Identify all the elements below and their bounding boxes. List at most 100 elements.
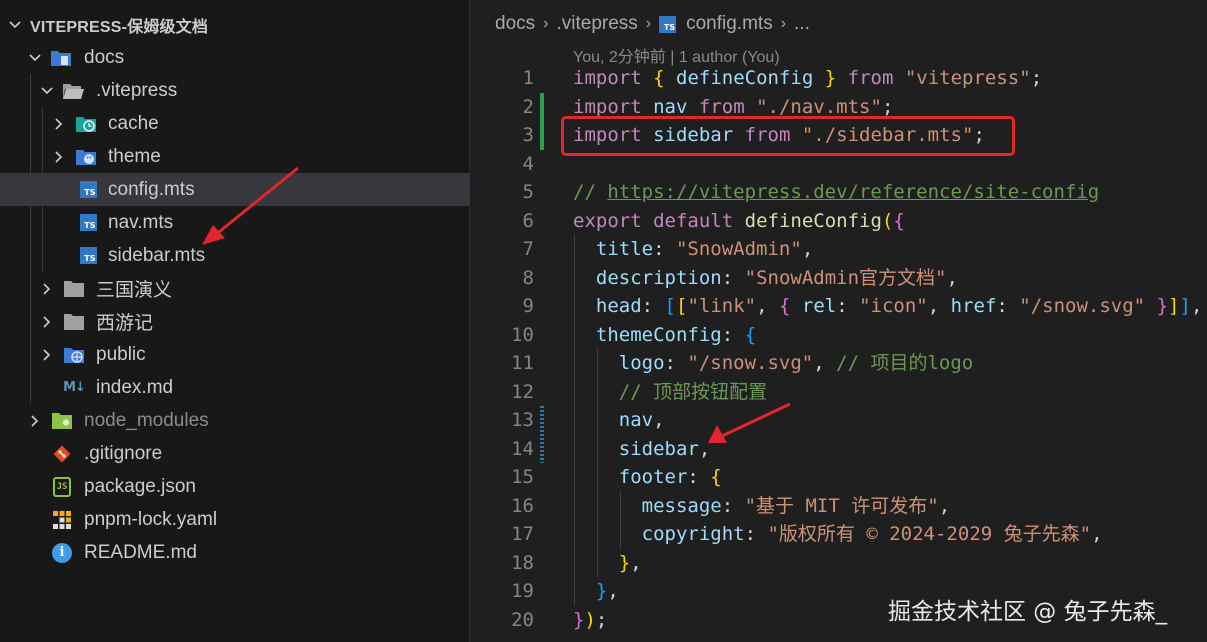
- tree-item-label: package.json: [84, 475, 196, 497]
- code-line[interactable]: 4: [470, 150, 1207, 179]
- tree-item-node-modules[interactable]: node_modules: [0, 404, 470, 437]
- breadcrumb-more[interactable]: ...: [794, 13, 810, 35]
- code-text: title: "SnowAdmin",: [595, 238, 814, 260]
- code-line[interactable]: 18 },: [470, 549, 1207, 578]
- json-file-icon: JS: [51, 476, 73, 498]
- code-line[interactable]: 5 // https://vitepress.dev/reference/site…: [470, 178, 1207, 207]
- code-line[interactable]: 17 copyright: "版权所有 © 2024-2029 兔子先森",: [470, 520, 1207, 549]
- tree-item-index-md[interactable]: M↓ index.md: [0, 371, 470, 404]
- code-line[interactable]: 1 import { defineConfig } from "vitepress…: [470, 64, 1207, 93]
- breadcrumb-docs[interactable]: docs: [495, 13, 535, 35]
- folder-node-icon: [51, 410, 73, 432]
- tree-item-docs[interactable]: docs: [0, 41, 470, 74]
- code-line[interactable]: 3 import sidebar from "./sidebar.mts";: [470, 121, 1207, 150]
- typescript-file-icon: TS: [77, 212, 99, 234]
- typescript-file-icon: TS: [77, 179, 99, 201]
- tree-item-vitepress[interactable]: .vitepress: [0, 74, 470, 107]
- line-number: 16: [511, 494, 534, 517]
- tree-item-label: 三国演义: [96, 280, 173, 301]
- code-text: logo: "/snow.svg", // 项目的logo: [618, 352, 974, 374]
- tree-item-nav-mts[interactable]: TS nav.mts: [0, 206, 470, 239]
- code-text: import { defineConfig } from "vitepress"…: [573, 67, 1043, 89]
- line-number: 11: [511, 352, 534, 374]
- code-line[interactable]: 16 message: "基于 MIT 许可发布",: [470, 492, 1207, 521]
- tree-item-sanguo[interactable]: 三国演义: [0, 272, 470, 305]
- code-line[interactable]: 15 footer: {: [470, 463, 1207, 492]
- code-text: head: [["link", { rel: "icon", href: "/s…: [595, 295, 1203, 317]
- tree-item-label: nav.mts: [108, 211, 174, 233]
- breadcrumb-vitepress[interactable]: .vitepress: [556, 13, 637, 35]
- chevron-down-icon: [29, 53, 41, 61]
- tree-item-label: cache: [108, 112, 159, 134]
- code-text: description: "SnowAdmin官方文档",: [595, 266, 958, 289]
- tree-item-label: index.md: [96, 376, 174, 398]
- comment-link[interactable]: https://vitepress.dev/reference/site-con…: [607, 181, 1099, 203]
- code-text: import nav from "./nav.mts";: [573, 95, 894, 118]
- chevron-right-icon: [31, 414, 39, 427]
- folder-cache-icon: [75, 113, 97, 135]
- typescript-file-icon: TS: [659, 15, 677, 33]
- workspace-name: VITEPRESS-保姆级文档: [30, 18, 209, 36]
- chevron-right-icon: ›: [645, 15, 652, 32]
- ts-badge: TS: [79, 181, 97, 198]
- tree-item-cache[interactable]: cache: [0, 107, 470, 140]
- chevron-right-icon: ›: [780, 15, 787, 32]
- info-file-icon: i: [51, 542, 73, 564]
- line-number: 7: [522, 238, 534, 260]
- code-line[interactable]: 13 nav,: [470, 406, 1207, 435]
- tree-item-label: public: [96, 343, 146, 365]
- breadcrumb-config[interactable]: config.mts: [686, 13, 773, 35]
- code-line[interactable]: 6 export default defineConfig({: [470, 207, 1207, 236]
- line-number: 19: [511, 580, 534, 602]
- chevron-down-icon: [9, 20, 21, 28]
- tree-item-package-json[interactable]: JS package.json: [0, 470, 470, 503]
- line-number: 20: [511, 608, 534, 631]
- code-text: // 顶部按钮配置: [618, 380, 768, 403]
- tree-item-label: config.mts: [108, 178, 195, 200]
- tree-item-gitignore[interactable]: .gitignore: [0, 437, 470, 470]
- markdown-file-icon: M↓: [63, 380, 86, 395]
- code-line[interactable]: 11 logo: "/snow.svg", // 项目的logo: [470, 349, 1207, 378]
- code-text: footer: {: [618, 466, 722, 488]
- tree-item-pnpm-lock[interactable]: pnpm-lock.yaml: [0, 503, 470, 536]
- code-editor[interactable]: docs › .vitepress › TS config.mts › ... …: [470, 0, 1207, 642]
- chevron-right-icon: [43, 282, 51, 295]
- watermark: 掘金技术社区 @ 兔子先森_: [888, 599, 1168, 625]
- code-line[interactable]: 14 sidebar,: [470, 435, 1207, 464]
- tree-item-label: theme: [108, 145, 161, 167]
- code-line[interactable]: 7 title: "SnowAdmin",: [470, 235, 1207, 264]
- chevron-right-icon: [55, 117, 63, 130]
- tree-item-theme[interactable]: theme: [0, 140, 470, 173]
- folder-open-icon: [62, 80, 84, 102]
- code-line[interactable]: 10 themeConfig: {: [470, 321, 1207, 350]
- breadcrumb: docs › .vitepress › TS config.mts › ...: [495, 10, 810, 38]
- line-number: 12: [511, 380, 534, 403]
- tree-item-label: .vitepress: [96, 79, 178, 101]
- code-text: import sidebar from "./sidebar.mts";: [573, 124, 985, 146]
- tree-item-label: node_modules: [84, 409, 209, 431]
- code-text: nav,: [618, 409, 665, 431]
- chevron-down-icon: [41, 86, 53, 94]
- code-line[interactable]: 2 import nav from "./nav.mts";: [470, 93, 1207, 122]
- tree-item-xiyou[interactable]: 西游记: [0, 305, 470, 338]
- explorer-root-header[interactable]: VITEPRESS-保姆级文档: [0, 8, 470, 41]
- tree-item-sidebar-mts[interactable]: TS sidebar.mts: [0, 239, 470, 272]
- line-number: 17: [511, 523, 534, 545]
- tree-item-label: pnpm-lock.yaml: [84, 508, 218, 530]
- code-line[interactable]: 9 head: [["link", { rel: "icon", href: "…: [470, 292, 1207, 321]
- code-line[interactable]: 8 description: "SnowAdmin官方文档",: [470, 264, 1207, 293]
- ts-badge: TS: [79, 247, 97, 264]
- tree-item-label: sidebar.mts: [108, 244, 206, 266]
- code-text: },: [618, 551, 642, 574]
- line-number: 18: [511, 551, 534, 574]
- code-text: message: "基于 MIT 许可发布",: [641, 494, 951, 517]
- tree-item-readme[interactable]: i README.md: [0, 536, 470, 569]
- code-line[interactable]: 12 // 顶部按钮配置: [470, 378, 1207, 407]
- tree-item-public[interactable]: public: [0, 338, 470, 371]
- line-number: 13: [511, 409, 534, 431]
- tree-item-config-mts[interactable]: TS config.mts: [0, 173, 470, 206]
- line-number: 1: [522, 67, 534, 89]
- chevron-right-icon: [43, 315, 51, 328]
- line-number: 5: [522, 181, 534, 203]
- line-number: 2: [522, 95, 534, 118]
